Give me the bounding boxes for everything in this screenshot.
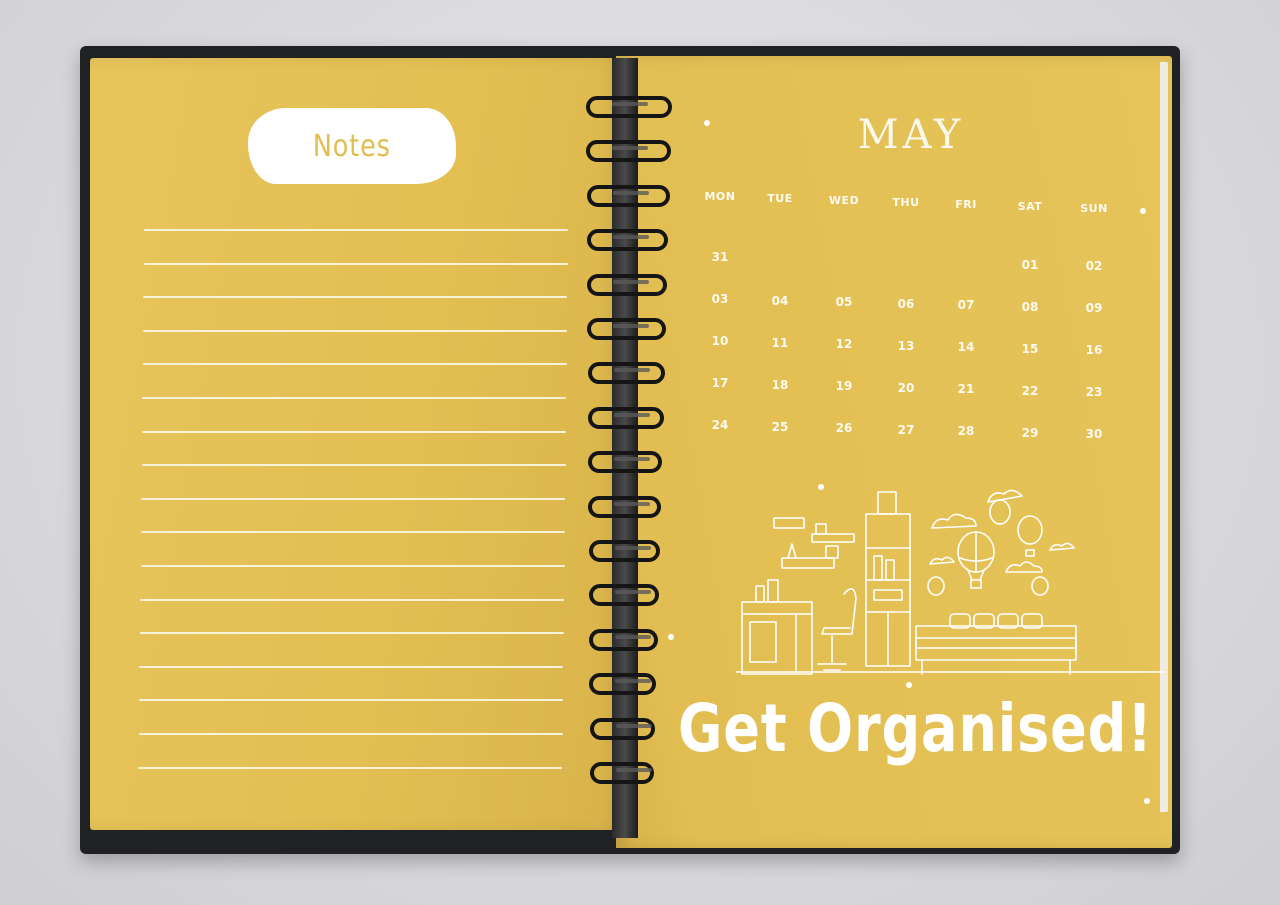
- spiral-coil-icon: [588, 495, 662, 518]
- ruled-line: [143, 296, 568, 299]
- spiral-coil-icon: [590, 762, 654, 784]
- calendar-day: 03: [711, 292, 729, 306]
- ruled-line: [141, 430, 566, 433]
- spiral-coil-icon: [587, 362, 665, 385]
- calendar-day: 24: [711, 418, 729, 432]
- calendar-day: 04: [771, 293, 789, 308]
- calendar-day: 12: [835, 337, 853, 351]
- spiral-coil-icon: [586, 96, 672, 118]
- ruled-line: [138, 766, 563, 769]
- calendar-day: 14: [957, 340, 975, 354]
- calendar-day: 17: [711, 376, 729, 390]
- ruled-line: [143, 262, 568, 265]
- calendar-day: 16: [1085, 343, 1103, 357]
- spiral-coil-icon: [589, 673, 657, 696]
- calendar-day: 30: [1085, 427, 1103, 441]
- ruled-line: [144, 229, 568, 231]
- calendar-day: 13: [897, 338, 915, 353]
- calendar-day: 29: [1021, 425, 1039, 440]
- spiral-coil-icon: [587, 406, 664, 429]
- ruled-line: [142, 397, 567, 399]
- calendar-day: 26: [835, 421, 853, 435]
- calendar-day: 23: [1085, 385, 1103, 399]
- ruled-line: [139, 632, 564, 635]
- decor-dot: [1144, 798, 1150, 804]
- calendar-day: 22: [1021, 383, 1039, 398]
- ruled-line: [138, 733, 563, 735]
- weekday-label: FRI: [955, 198, 977, 211]
- calendar-day: 01: [1021, 257, 1039, 272]
- ruled-line: [140, 565, 565, 567]
- spiral-coil-icon: [589, 717, 656, 740]
- spiral-coil-icon: [588, 540, 660, 562]
- spiral-coil-icon: [586, 184, 670, 207]
- spiral-coil-icon: [588, 584, 659, 607]
- calendar-day: 05: [835, 295, 853, 309]
- weekday-label: THU: [892, 196, 920, 209]
- notes-heading: Notes: [313, 128, 391, 164]
- page-stack-edge: [1160, 62, 1168, 812]
- spiral-coil-icon: [587, 318, 666, 340]
- calendar-day: 18: [771, 377, 789, 392]
- calendar-day: 27: [897, 422, 915, 437]
- get-organised-slogan: Get Organised!: [678, 690, 1153, 767]
- desk-room-illustration-icon: [736, 489, 1166, 675]
- ruled-line: [141, 464, 566, 467]
- calendar-day: 20: [897, 380, 915, 395]
- calendar-day: 08: [1021, 299, 1039, 314]
- spiral-coil-icon: [589, 628, 658, 651]
- spiral-coil-icon: [587, 273, 668, 296]
- spiral-coil-icon: [586, 229, 669, 252]
- calendar-day: 07: [957, 298, 975, 312]
- calendar-day: 10: [711, 334, 729, 348]
- weekday-label: SAT: [1017, 200, 1043, 213]
- ruled-line: [139, 665, 564, 668]
- calendar-day: 28: [957, 424, 975, 438]
- ruled-line: [142, 329, 567, 332]
- weekday-label: MON: [704, 190, 736, 203]
- calendar-day: 31: [711, 250, 729, 264]
- decor-dot: [1140, 208, 1146, 214]
- notes-heading-tab: Notes: [248, 108, 456, 184]
- weekday-label: TUE: [767, 192, 793, 205]
- calendar-day: 09: [1085, 301, 1103, 315]
- calendar-day: 15: [1021, 341, 1039, 356]
- calendar-month-title: MAY: [857, 112, 965, 158]
- calendar-day: 11: [771, 335, 789, 350]
- calendar-day: 25: [771, 419, 789, 434]
- spiral-coil-icon: [588, 451, 663, 474]
- weekday-label: SUN: [1080, 202, 1108, 215]
- decor-dot: [704, 120, 710, 126]
- calendar-day: 19: [835, 379, 853, 393]
- ruled-line: [140, 598, 565, 601]
- calendar-day: 21: [957, 382, 975, 396]
- ruled-line: [141, 497, 566, 500]
- calendar-day: 02: [1085, 259, 1103, 273]
- calendar-day: 06: [897, 296, 915, 311]
- decor-dot: [668, 634, 674, 640]
- spiral-coil-icon: [586, 140, 671, 163]
- weekday-label: WED: [828, 194, 860, 207]
